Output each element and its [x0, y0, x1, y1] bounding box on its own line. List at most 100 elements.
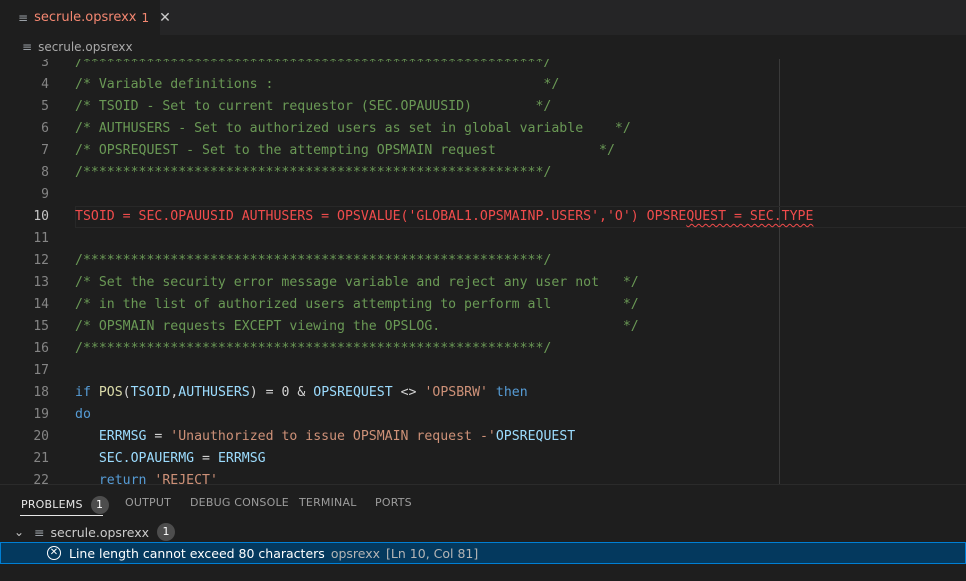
line-code: /* Variable definitions : */ [75, 74, 559, 96]
panel-tabs: PROBLEMS 1 OUTPUT DEBUG CONSOLE TERMINAL … [0, 485, 966, 521]
code-token: 'Unauthorized to issue OPSMAIN request -… [170, 429, 496, 444]
chevron-down-icon[interactable]: ⌄ [14, 525, 24, 539]
code-token: AUTHUSERS [178, 385, 250, 400]
line-code: /* OPSMAIN requests EXCEPT viewing the O… [75, 316, 639, 338]
code-token: /* OPSMAIN requests EXCEPT viewing the O… [75, 319, 639, 334]
code-line[interactable]: 20 ERRMSG = 'Unauthorized to issue OPSMA… [0, 426, 966, 448]
code-token: TSOID = SEC.OPAUUSID AUTHUSERS = OPSVALU… [75, 209, 687, 224]
problem-message: Line length cannot exceed 80 characters [69, 545, 325, 561]
code-line[interactable]: 22 return 'REJECT' [0, 470, 966, 484]
tab-output[interactable]: OUTPUT [125, 496, 171, 509]
code-line[interactable]: 17 [0, 360, 966, 382]
code-line[interactable]: 3 /**************************************… [0, 59, 966, 74]
code-token: ( [122, 385, 131, 400]
code-token: <> [392, 385, 425, 400]
line-code: SEC.OPAUERMG = ERRMSG [75, 448, 266, 470]
code-line[interactable]: 11 [0, 228, 966, 250]
line-number: 20 [33, 429, 49, 444]
code-line[interactable]: 5 /* TSOID - Set to current requestor (SE… [0, 96, 966, 118]
code-line[interactable]: 12 /*************************************… [0, 250, 966, 272]
line-code: /* TSOID - Set to current requestor (SEC… [75, 96, 551, 118]
code-token: POS [98, 385, 123, 400]
code-line[interactable]: 21 SEC.OPAUERMG = ERRMSG [0, 448, 966, 470]
code-token: OPSREQUEST [495, 429, 576, 444]
line-number: 9 [41, 187, 49, 202]
code-line[interactable]: 8 /**************************************… [0, 162, 966, 184]
line-code: /***************************************… [75, 338, 551, 360]
tab-filename: secrule.opsrexx [34, 10, 137, 25]
code-line[interactable]: 16 /*************************************… [0, 338, 966, 360]
line-code: ERRMSG = 'Unauthorized to issue OPSMAIN … [75, 426, 575, 448]
breadcrumb-filename[interactable]: secrule.opsrexx [38, 40, 133, 54]
tab-terminal[interactable]: TERMINAL [299, 496, 357, 509]
line-number: 6 [41, 121, 49, 136]
code-line[interactable]: 4 /* Variable definitions : */ [0, 74, 966, 96]
line-code: /* Set the security error message variab… [75, 272, 639, 294]
code-line[interactable]: 18 if POS(TSOID,AUTHUSERS) = 0 & OPSREQUE… [0, 382, 966, 404]
bottom-panel: PROBLEMS 1 OUTPUT DEBUG CONSOLE TERMINAL … [0, 484, 966, 581]
code-token: /***************************************… [75, 253, 552, 268]
tab-debug-console[interactable]: DEBUG CONSOLE [190, 496, 289, 509]
line-code: if POS(TSOID,AUTHUSERS) = 0 & OPSREQUEST… [75, 382, 528, 404]
tab-problem-count: 1 [141, 10, 150, 25]
line-code: return 'REJECT' [75, 470, 218, 484]
tab-problems[interactable]: PROBLEMS 1 [21, 496, 109, 514]
line-number: 10 [33, 209, 49, 224]
line-number: 8 [41, 165, 49, 180]
line-number: 15 [33, 319, 49, 334]
tab-problems-label: PROBLEMS [21, 498, 83, 511]
code-token: /***************************************… [75, 341, 552, 356]
problem-location: [Ln 10, Col 81] [386, 545, 479, 561]
code-token: QUEST = SEC.TYPE [686, 209, 814, 224]
code-token: then [487, 385, 528, 400]
code-line[interactable]: 14 /* in the list of authorized users att… [0, 294, 966, 316]
tab-secrule[interactable]: ≡ secrule.opsrexx 1 ✕ [0, 0, 171, 35]
code-line[interactable]: 15 /* OPSMAIN requests EXCEPT viewing the… [0, 316, 966, 338]
problems-file-name: secrule.opsrexx [50, 524, 150, 540]
line-number: 5 [41, 99, 49, 114]
line-code: /***************************************… [75, 162, 551, 184]
line-code: /* OPSREQUEST - Set to the attempting OP… [75, 140, 615, 162]
code-token: if [75, 385, 99, 400]
line-code: do [75, 404, 91, 426]
file-lines-icon: ≡ [34, 524, 45, 540]
code-line[interactable]: 19 do [0, 404, 966, 426]
code-editor[interactable]: 3 /**************************************… [0, 59, 966, 484]
code-token: /***************************************… [75, 59, 552, 70]
active-tab-indicator [20, 515, 103, 516]
code-token: return [98, 473, 155, 484]
code-token: = [194, 451, 218, 466]
code-line[interactable]: 10 TSOID = SEC.OPAUUSID AUTHUSERS = OPSVA… [0, 206, 966, 228]
code-token: = [146, 429, 171, 444]
code-line[interactable]: 6 /* AUTHUSERS - Set to authorized users … [0, 118, 966, 140]
tab-ports[interactable]: PORTS [375, 496, 412, 509]
code-token: do [75, 407, 91, 422]
line-number: 3 [41, 59, 49, 70]
code-token: /* AUTHUSERS - Set to authorized users a… [75, 121, 631, 136]
line-code: /* AUTHUSERS - Set to authorized users a… [75, 118, 631, 140]
code-token: /* Set the security error message variab… [75, 275, 639, 290]
code-token: ERRMSG [217, 451, 266, 466]
code-line[interactable]: 9 [0, 184, 966, 206]
code-token: ERRMSG [98, 429, 147, 444]
line-number: 12 [33, 253, 49, 268]
problems-file-count-badge: 1 [157, 523, 176, 541]
file-lines-icon: ≡ [22, 40, 33, 54]
line-number: 21 [33, 451, 49, 466]
line-code: TSOID = SEC.OPAUUSID AUTHUSERS = OPSVALU… [75, 206, 813, 228]
code-line[interactable]: 7 /* OPSREQUEST - Set to the attempting O… [0, 140, 966, 162]
problems-file-group[interactable]: ⌄ ≡ secrule.opsrexx 1 [0, 521, 966, 543]
close-icon[interactable]: ✕ [159, 10, 171, 26]
code-token: /* Variable definitions : */ [75, 77, 560, 92]
code-token: ) = 0 & [249, 385, 314, 400]
line-number: 7 [41, 143, 49, 158]
line-number: 13 [33, 275, 49, 290]
breadcrumb[interactable]: ≡ secrule.opsrexx [0, 35, 966, 59]
code-token: 'REJECT' [154, 473, 218, 484]
code-line[interactable]: 13 /* Set the security error message vari… [0, 272, 966, 294]
problem-item[interactable]: ✕ Line length cannot exceed 80 character… [0, 542, 966, 564]
error-circle-icon: ✕ [47, 546, 61, 560]
